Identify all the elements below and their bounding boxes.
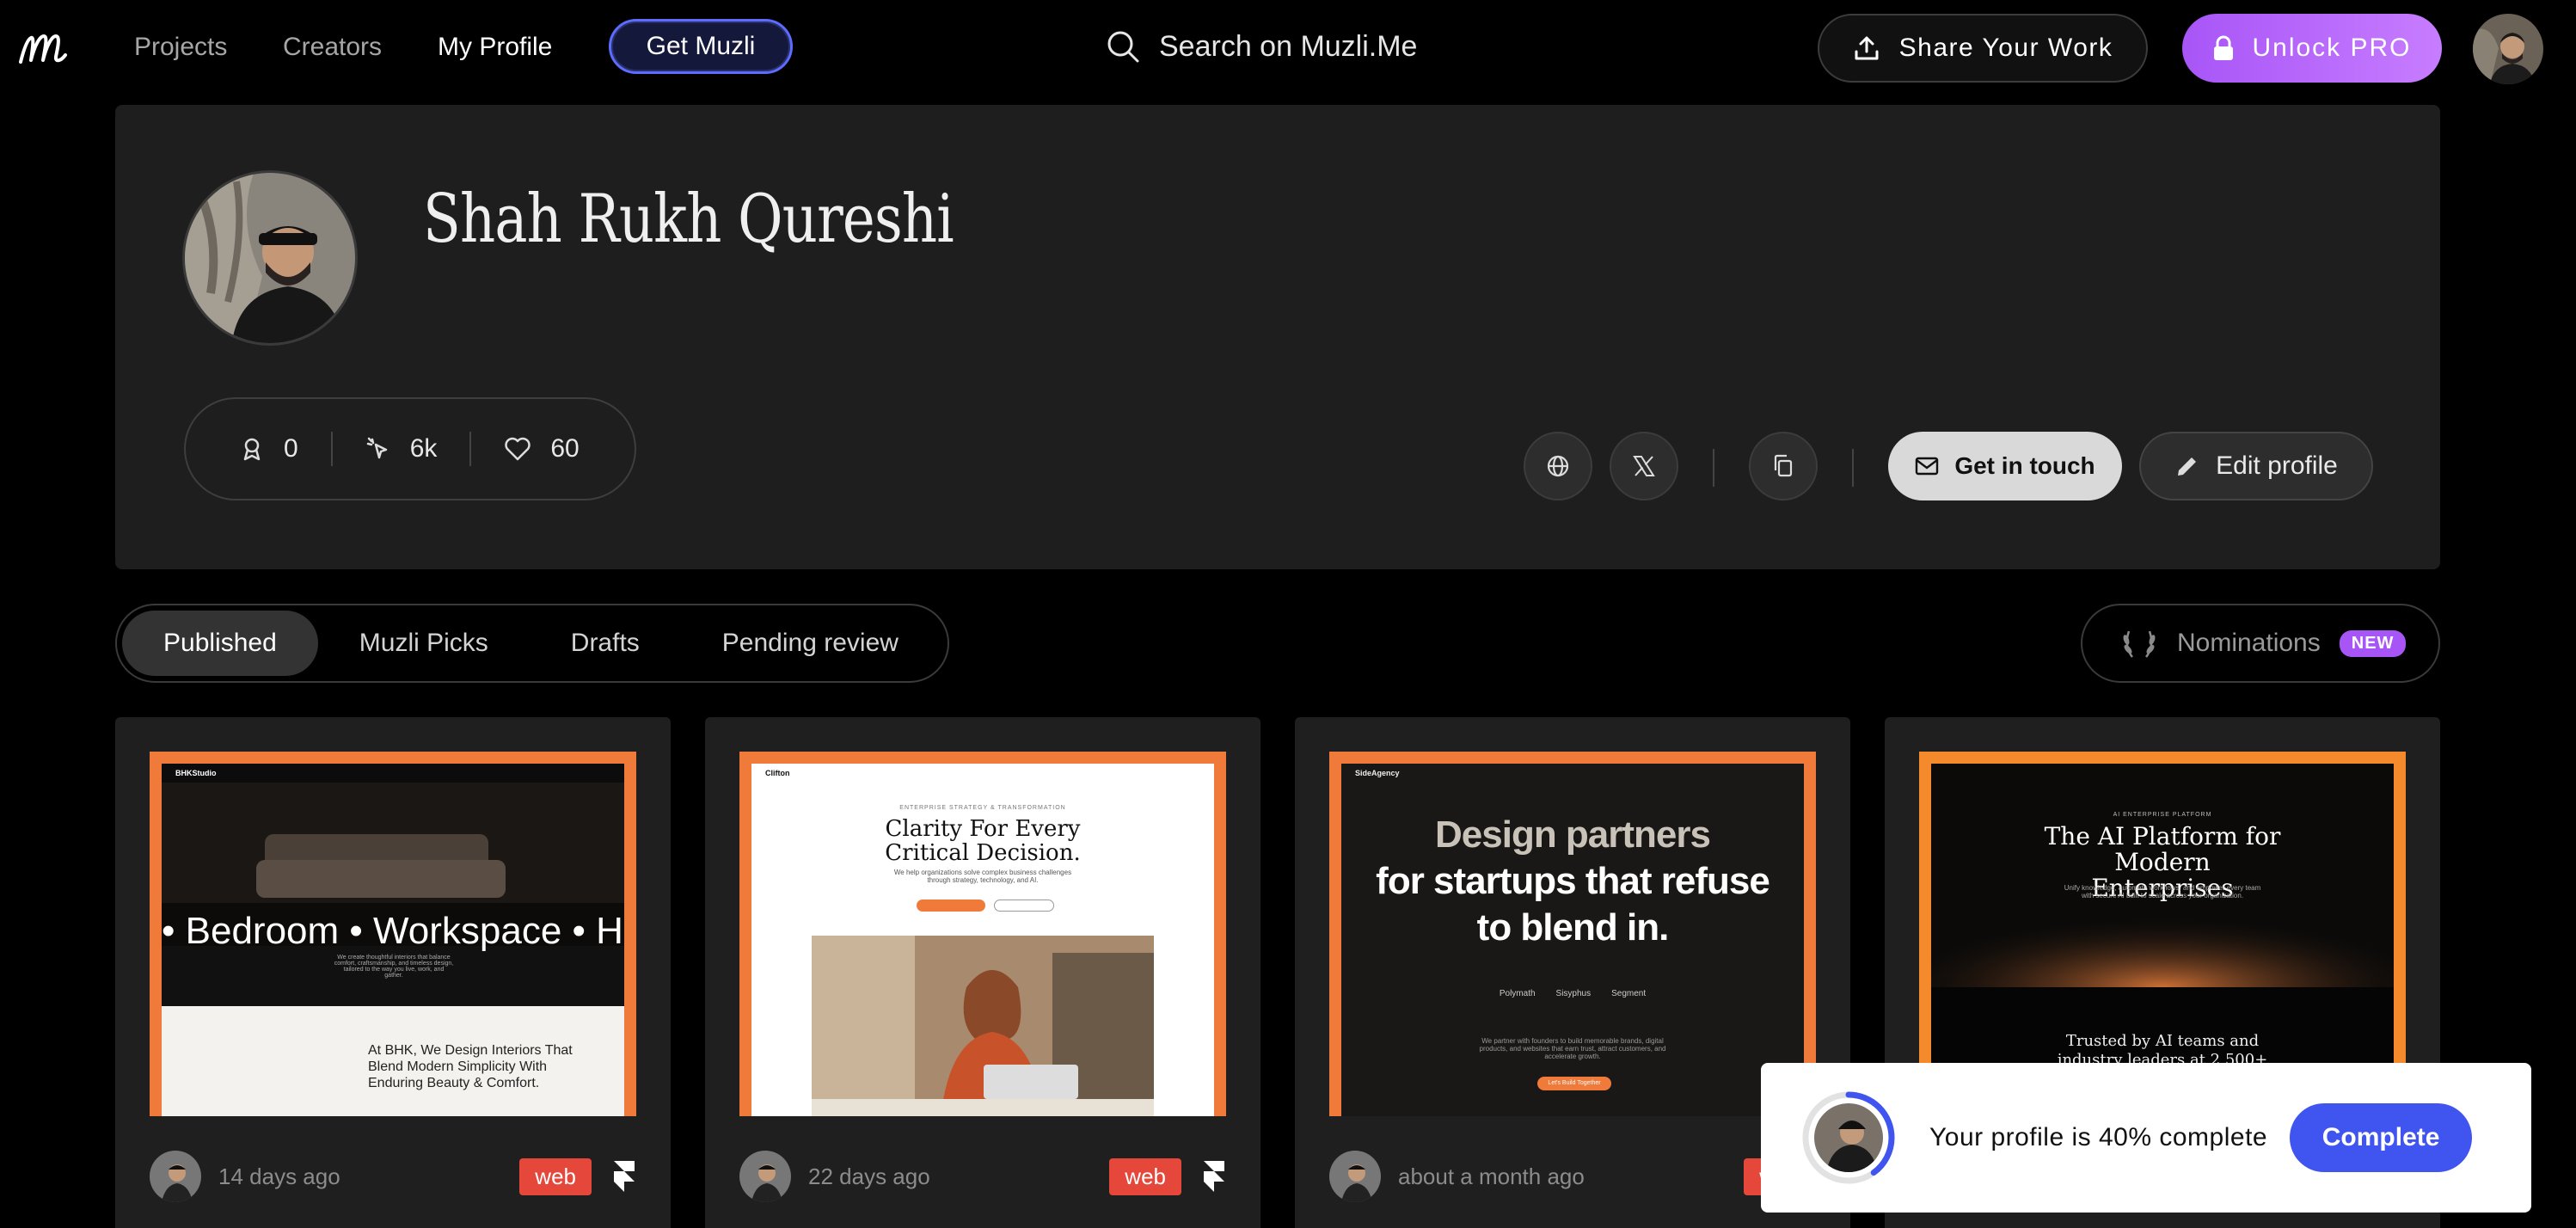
project-date: about a month ago: [1398, 1163, 1585, 1189]
nav-link-creators[interactable]: Creators: [283, 33, 382, 62]
appreciations-count: 0: [284, 434, 298, 463]
pencil-icon: [2178, 457, 2197, 476]
stat-views: 6k: [365, 434, 438, 464]
edit-profile-label: Edit profile: [2216, 451, 2338, 480]
hero-marquee: • Bedroom • Workspace • H: [162, 910, 623, 952]
tab-pending-review[interactable]: Pending review: [681, 611, 940, 676]
views-count: 6k: [409, 434, 438, 463]
profile-completion-toast: Your profile is 40% complete Complete: [1761, 1063, 2531, 1213]
user-avatar[interactable]: [2473, 14, 2543, 84]
completion-text: Your profile is 40% complete: [1929, 1123, 2268, 1151]
stat-divider: [330, 432, 333, 466]
profile-name: Shah Rukh Qureshi: [423, 181, 954, 258]
complete-profile-button[interactable]: Complete: [2290, 1103, 2473, 1172]
project-thumbnail[interactable]: SideAgency Design partners for startups …: [1329, 752, 1816, 1116]
unlock-pro-button[interactable]: Unlock PRO: [2182, 14, 2442, 83]
search-box[interactable]: Search on Muzli.Me: [1106, 29, 1417, 64]
project-date: 22 days ago: [808, 1163, 930, 1189]
project-thumbnail[interactable]: AI ENTERPRISE PLATFORM The AI Platform f…: [1919, 752, 2406, 1116]
client-logo: Polymath: [1499, 989, 1536, 998]
profile-tabs: Published Muzli Picks Drafts Pending rev…: [115, 604, 949, 683]
creator-avatar[interactable]: [150, 1151, 201, 1202]
framer-icon: [1204, 1161, 1224, 1192]
project-meta: 14 days ago web: [150, 1151, 636, 1202]
tab-drafts[interactable]: Drafts: [530, 611, 681, 676]
project-thumbnail[interactable]: Clifton ENTERPRISE STRATEGY & TRANSFORMA…: [739, 752, 1226, 1116]
nominations-label: Nominations: [2177, 629, 2321, 657]
x-logo-icon: [1633, 456, 1655, 476]
creator-avatar[interactable]: [739, 1151, 791, 1202]
mail-icon: [1916, 457, 1939, 476]
completion-progress-ring: [1800, 1090, 1897, 1186]
site-subtitle: Unify knowledge, automate workflows, and…: [2064, 884, 2261, 900]
hero-photo: [812, 936, 1154, 1116]
project-tag[interactable]: web: [1109, 1157, 1181, 1195]
site-brand: Clifton: [765, 769, 790, 777]
get-in-touch-label: Get in touch: [1954, 452, 2095, 479]
share-label: Share Your Work: [1898, 34, 2113, 62]
top-nav: Projects Creators My Profile Get Muzli S…: [0, 0, 2576, 100]
framer-icon: [614, 1161, 635, 1192]
x-twitter-button[interactable]: [1610, 432, 1678, 500]
get-in-touch-button[interactable]: Get in touch: [1888, 432, 2122, 500]
site-subtitle: We help organizations solve complex busi…: [893, 869, 1072, 884]
project-date: 14 days ago: [218, 1163, 340, 1189]
project-card[interactable]: BHKStudio • Bedroom • Workspace • H We c…: [115, 717, 671, 1228]
site-brand: BHKStudio: [175, 769, 217, 777]
laurel-icon: [2123, 630, 2156, 658]
site-kicker: ENTERPRISE STRATEGY & TRANSFORMATION: [899, 805, 1066, 811]
cursor-click-icon: [366, 437, 387, 459]
likes-count: 60: [550, 434, 580, 463]
get-muzli-button[interactable]: Get Muzli: [609, 19, 793, 74]
upload-icon: [1855, 36, 1879, 60]
lock-icon: [2214, 35, 2234, 60]
project-card[interactable]: Clifton ENTERPRISE STRATEGY & TRANSFORMA…: [705, 717, 1260, 1228]
award-icon: [243, 438, 261, 461]
project-tag[interactable]: web: [519, 1157, 592, 1195]
creator-avatar[interactable]: [1329, 1151, 1381, 1202]
project-meta: 22 days ago web: [739, 1151, 1226, 1202]
site-cta: Let's Build Together: [1537, 1077, 1611, 1090]
share-your-work-button[interactable]: Share Your Work: [1818, 14, 2148, 83]
site-headline-line-1: Design partners: [1435, 814, 1711, 856]
nav-link-projects[interactable]: Projects: [134, 33, 227, 62]
copy-icon: [1774, 454, 1793, 477]
profile-avatar: [182, 170, 358, 346]
site-headline: At BHK, We Design Interiors That Blend M…: [368, 1043, 573, 1090]
site-headline-line-2: for startups that refuse: [1376, 860, 1770, 902]
nominations-button[interactable]: Nominations NEW: [2081, 604, 2440, 683]
stat-likes: 60: [504, 434, 580, 464]
client-logo: Segment: [1611, 989, 1647, 998]
website-button[interactable]: [1524, 432, 1592, 500]
globe-icon: [1547, 455, 1569, 477]
profile-card: Shah Rukh Qureshi 0 6k 60 Get in touch E…: [115, 105, 2440, 569]
stat-divider: [469, 432, 472, 466]
new-badge: NEW: [2339, 629, 2407, 657]
tab-published[interactable]: Published: [122, 611, 318, 676]
site-subtitle: We partner with founders to build memora…: [1479, 1037, 1666, 1060]
stat-appreciations: 0: [239, 434, 298, 464]
divider: [1852, 449, 1854, 487]
divider: [1713, 449, 1714, 487]
copy-link-button[interactable]: [1749, 432, 1818, 500]
project-thumbnail[interactable]: BHKStudio • Bedroom • Workspace • H We c…: [150, 752, 636, 1116]
tab-muzli-picks[interactable]: Muzli Picks: [318, 611, 530, 676]
muzli-logo[interactable]: [15, 22, 71, 74]
site-headline: Clarity For Every Critical Decision.: [885, 816, 1081, 866]
unlock-pro-label: Unlock PRO: [2252, 34, 2412, 62]
site-headline-line-3: to blend in.: [1476, 906, 1670, 949]
profile-stats: 0 6k 60: [184, 397, 636, 500]
site-kicker: AI ENTERPRISE PLATFORM: [2113, 812, 2212, 818]
nav-link-my-profile[interactable]: My Profile: [438, 33, 552, 62]
site-brand: SideAgency: [1355, 769, 1400, 777]
search-icon: [1107, 31, 1139, 63]
search-placeholder: Search on Muzli.Me: [1159, 29, 1418, 63]
project-meta: about a month ago web: [1329, 1151, 1816, 1202]
hero-subtitle: We create thoughtful interiors that bala…: [334, 955, 454, 979]
edit-profile-button[interactable]: Edit profile: [2139, 432, 2373, 500]
heart-icon: [505, 437, 531, 461]
client-logo: Sisyphus: [1555, 989, 1592, 998]
